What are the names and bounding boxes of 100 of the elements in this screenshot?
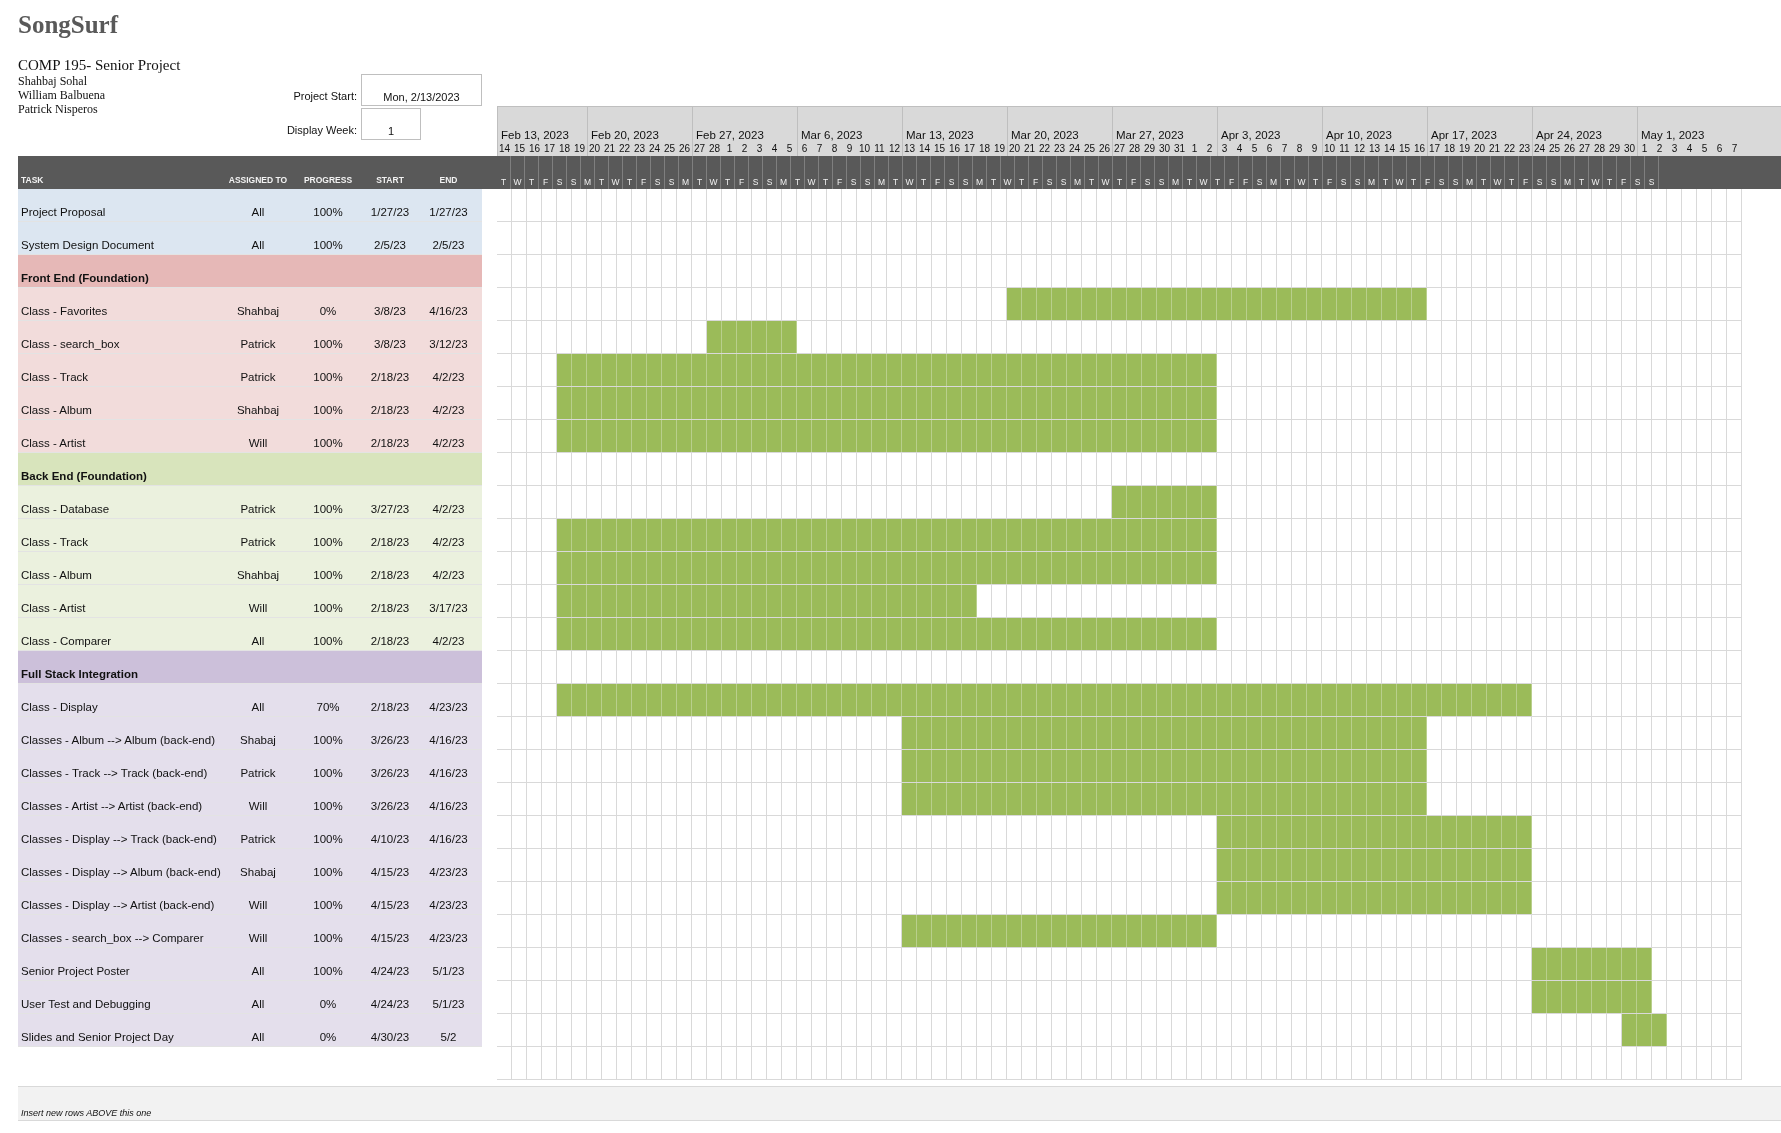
- weekday-letter: S: [553, 156, 567, 189]
- table-cell-text: Class - search_box: [20, 338, 121, 352]
- weekday-letter: W: [1295, 156, 1309, 189]
- weekday-letter: W: [511, 156, 525, 189]
- weekday-letter: F: [1029, 156, 1043, 189]
- day-number: 21: [1022, 142, 1037, 156]
- weekday-letter: S: [1155, 156, 1169, 189]
- weekday-letter: T: [1407, 156, 1421, 189]
- day-number: 12: [1352, 142, 1367, 156]
- weekday-letter: T: [917, 156, 931, 189]
- section-title: Full Stack Integration: [20, 668, 139, 682]
- weekday-letter: M: [679, 156, 693, 189]
- table-cell-text: 100%: [312, 734, 344, 748]
- day-number: 5: [1700, 142, 1709, 156]
- weekday-letter: T: [1015, 156, 1029, 189]
- weekday-letter: S: [1645, 156, 1659, 189]
- day-number: 21: [1487, 142, 1502, 156]
- weekday-letter: M: [1561, 156, 1575, 189]
- day-number: 14: [917, 142, 932, 156]
- week-label: Mar 27, 2023: [1115, 128, 1184, 142]
- table-cell-text: Classes - Track --> Track (back-end): [20, 767, 209, 781]
- table-cell-text: Slides and Senior Project Day: [20, 1031, 175, 1045]
- day-number: 14: [497, 142, 512, 156]
- table-cell-text: Will: [247, 437, 269, 451]
- column-header: END: [438, 175, 459, 187]
- day-number: 19: [992, 142, 1007, 156]
- table-cell-text: 100%: [312, 239, 344, 253]
- table-cell-text: 3/26/23: [369, 734, 411, 748]
- day-number: 4: [1235, 142, 1244, 156]
- week-label: Mar 20, 2023: [1010, 128, 1079, 142]
- day-number: 19: [572, 142, 587, 156]
- table-cell-text: Class - Favorites: [20, 305, 109, 319]
- column-header: PROGRESS: [302, 175, 354, 187]
- day-number: 27: [1577, 142, 1592, 156]
- day-number: 16: [947, 142, 962, 156]
- table-cell-text: All: [250, 1031, 266, 1045]
- table-cell-text: 4/23/23: [428, 932, 469, 946]
- day-number: 4: [770, 142, 779, 156]
- weekday-letter: T: [1575, 156, 1589, 189]
- weekday-letter: S: [1337, 156, 1351, 189]
- weekday-letter: M: [1169, 156, 1183, 189]
- day-number: 18: [977, 142, 992, 156]
- weekday-letter: M: [777, 156, 791, 189]
- table-cell-text: Class - Display: [20, 701, 99, 715]
- day-number: 8: [1295, 142, 1304, 156]
- day-number: 8: [830, 142, 839, 156]
- day-number: 25: [1547, 142, 1562, 156]
- weekday-letter: W: [1393, 156, 1407, 189]
- table-cell-text: Classes - search_box --> Comparer: [20, 932, 205, 946]
- section-title: Front End (Foundation): [20, 272, 150, 286]
- table-cell-text: Will: [247, 602, 269, 616]
- table-cell-text: Classes - Display --> Album (back-end): [20, 866, 222, 880]
- weekday-letter: F: [1617, 156, 1631, 189]
- table-cell-text: Class - Artist: [20, 437, 87, 451]
- team-member: Patrick Nisperos: [18, 102, 98, 116]
- table-cell-text: Patrick: [239, 338, 277, 352]
- table-cell-text: 4/16/23: [428, 767, 469, 781]
- day-number: 16: [527, 142, 542, 156]
- day-number: 20: [1007, 142, 1022, 156]
- table-cell-text: 4/10/23: [369, 833, 411, 847]
- weekday-letter: W: [1001, 156, 1015, 189]
- table-cell-text: Will: [247, 800, 269, 814]
- table-cell-text: 4/2/23: [431, 404, 466, 418]
- table-cell-text: 0%: [318, 1031, 338, 1045]
- table-cell-text: Patrick: [239, 536, 277, 550]
- table-cell-text: 100%: [312, 866, 344, 880]
- day-number: 11: [873, 142, 886, 156]
- table-cell-text: 5/2: [439, 1031, 458, 1045]
- weekday-letter: S: [1253, 156, 1267, 189]
- weekday-letter: T: [1183, 156, 1197, 189]
- table-cell-text: 4/23/23: [428, 866, 469, 880]
- table-cell-text: 4/23/23: [428, 701, 469, 715]
- table-cell-text: 2/18/23: [369, 536, 411, 550]
- start-date-cell: Mon, 2/13/2023: [361, 74, 482, 106]
- table-cell-text: 3/8/23: [373, 338, 407, 352]
- day-number: 22: [617, 142, 632, 156]
- day-number: 13: [902, 142, 917, 156]
- day-number: 9: [1310, 142, 1319, 156]
- day-number: 2: [740, 142, 749, 156]
- weekday-letter: S: [959, 156, 973, 189]
- table-cell-text: 4/2/23: [431, 371, 466, 385]
- weekday-letter: M: [973, 156, 987, 189]
- day-number: 22: [1502, 142, 1517, 156]
- table-cell-text: Patrick: [239, 833, 277, 847]
- day-number: 2: [1655, 142, 1664, 156]
- table-cell-text: 4/16/23: [428, 833, 469, 847]
- weekday-letter: T: [693, 156, 707, 189]
- day-number: 5: [1250, 142, 1259, 156]
- weekday-letter: T: [721, 156, 735, 189]
- table-cell-text: Class - Comparer: [20, 635, 113, 649]
- weekday-letter: W: [1099, 156, 1113, 189]
- table-cell-text: 4/15/23: [369, 866, 411, 880]
- table-cell-text: 2/18/23: [369, 635, 411, 649]
- table-cell-text: 1/27/23: [428, 206, 469, 220]
- weekday-letter: W: [609, 156, 623, 189]
- team-member: William Balbuena: [18, 88, 106, 102]
- table-cell-text: 4/15/23: [369, 932, 411, 946]
- weekday-letter: T: [889, 156, 903, 189]
- weekday-letter: F: [539, 156, 553, 189]
- day-number: 1: [1190, 142, 1199, 156]
